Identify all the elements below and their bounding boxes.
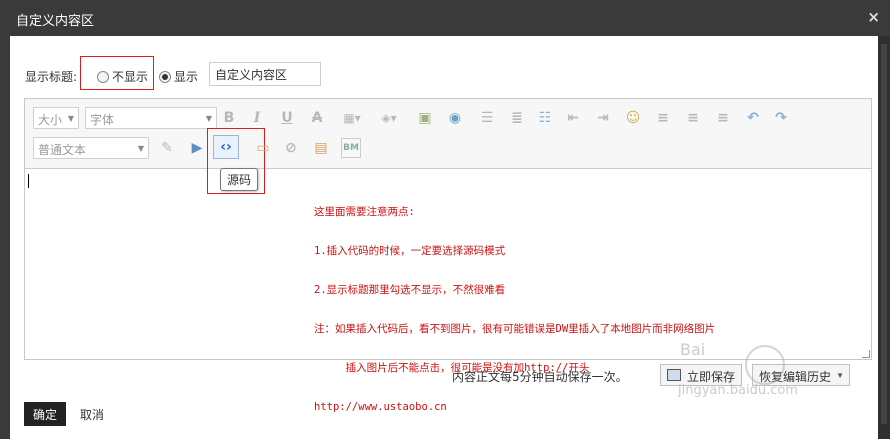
- background-strip: [881, 44, 887, 424]
- cancel-button[interactable]: 取消: [80, 406, 104, 423]
- font-size-label: 大小: [38, 113, 63, 127]
- align-indent-icon[interactable]: ⇥: [593, 108, 613, 128]
- media-icon[interactable]: ▶: [187, 138, 207, 158]
- note-line: http://www.ustaobo.cn: [314, 401, 447, 413]
- emoticon-icon[interactable]: ☺: [623, 108, 643, 128]
- radio-hide-dot[interactable]: [97, 70, 109, 83]
- undo-icon[interactable]: ↶: [743, 108, 763, 128]
- chevron-down-icon: ▼: [67, 114, 74, 123]
- show-title-label: 显示标题:: [25, 70, 78, 84]
- italic-icon[interactable]: I: [247, 108, 267, 128]
- radio-show-label: 显示: [174, 70, 199, 84]
- font-size-dropdown[interactable]: 大小 ▼: [33, 107, 79, 129]
- watermark-main: Bai: [680, 340, 706, 359]
- align-center-icon[interactable]: ≡: [683, 108, 703, 128]
- dialog-titlebar: 自定义内容区 ×: [0, 0, 890, 36]
- note-line: 这里面需要注意两点:: [314, 206, 415, 218]
- disk-icon: [667, 369, 681, 381]
- strike-icon[interactable]: A: [307, 108, 327, 128]
- radio-show-title[interactable]: 显示: [159, 68, 198, 85]
- map-icon[interactable]: ◉: [445, 108, 465, 128]
- format-painter-icon[interactable]: ✎: [157, 138, 177, 158]
- title-visibility-row: 显示标题: 不显示 显示: [25, 56, 345, 90]
- dialog-title: 自定义内容区: [16, 14, 95, 29]
- link-icon[interactable]: ⊘: [281, 138, 301, 158]
- flash-icon[interactable]: ▭: [253, 138, 273, 158]
- watermark-sub: jingyan.baidu.com: [678, 383, 798, 398]
- editor-content-area[interactable]: 这里面需要注意两点: 1.插入代码的时候，一定要选择源码模式 2.显示标题那里勾…: [26, 170, 872, 413]
- align-right-icon[interactable]: ≡: [713, 108, 733, 128]
- note-text: 这里面需要注意两点: 1.插入代码的时候，一定要选择源码模式 2.显示标题那里勾…: [314, 180, 715, 440]
- close-icon[interactable]: ×: [867, 8, 880, 26]
- page-edge-left: [0, 36, 10, 439]
- font-family-label: 字体: [90, 113, 115, 127]
- bm-icon[interactable]: BM: [341, 138, 361, 158]
- editor-toolbar: 大小 ▼ 字体 ▼ 普通文本 ▼ B I U A ▦▾ ◈▾ ▣ ◉ ☰ ≣ ☷ ⇤ …: [25, 99, 871, 194]
- page-edge-right: [878, 36, 890, 439]
- paragraph-format-dropdown[interactable]: 普通文本 ▼: [33, 137, 149, 159]
- chevron-down-icon: ▼: [836, 371, 845, 380]
- table-icon[interactable]: ▦▾: [337, 108, 367, 128]
- paragraph-format-label: 普通文本: [38, 143, 87, 157]
- resize-handle[interactable]: [862, 350, 870, 358]
- outdent-icon[interactable]: ☷: [535, 108, 555, 128]
- redo-icon[interactable]: ↷: [771, 108, 791, 128]
- radio-show-dot[interactable]: [159, 70, 171, 83]
- source-tooltip: 源码: [220, 168, 259, 191]
- bold-icon[interactable]: B: [219, 108, 239, 128]
- chevron-down-icon: ▼: [137, 144, 144, 153]
- chevron-down-icon: ▼: [205, 114, 212, 123]
- watermark: Bai jingyan.baidu.com: [678, 340, 798, 398]
- radio-hide-label: 不显示: [112, 70, 149, 84]
- title-input[interactable]: [209, 62, 321, 86]
- note-line: 1.插入代码的时候，一定要选择源码模式: [314, 245, 506, 257]
- color-icon[interactable]: ◈▾: [375, 108, 403, 128]
- radio-hide-title[interactable]: 不显示: [97, 68, 148, 85]
- indent-icon[interactable]: ⇤: [563, 108, 583, 128]
- ok-button[interactable]: 确定: [24, 402, 66, 426]
- rich-text-editor: 大小 ▼ 字体 ▼ 普通文本 ▼ B I U A ▦▾ ◈▾ ▣ ◉ ☰ ≣ ☷ ⇤ …: [24, 98, 872, 413]
- font-family-dropdown[interactable]: 字体 ▼: [85, 107, 217, 129]
- align-left-icon[interactable]: ≡: [653, 108, 673, 128]
- source-icon[interactable]: ‹›: [213, 135, 239, 159]
- image-icon[interactable]: ▣: [415, 108, 435, 128]
- list-ol-icon[interactable]: ☰: [477, 108, 497, 128]
- note-line: 注：如果插入代码后，看不到图片，很有可能错误是DW里插入了本地图片而非网络图片: [314, 323, 716, 335]
- text-caret: [28, 174, 29, 188]
- template-icon[interactable]: ▤: [311, 138, 331, 158]
- autosave-note: 内容正文每5分钟自动保存一次。: [452, 370, 628, 384]
- note-line: 2.显示标题那里勾选不显示，不然很难看: [314, 284, 506, 296]
- underline-icon[interactable]: U: [277, 108, 297, 128]
- list-ul-icon[interactable]: ≣: [507, 108, 527, 128]
